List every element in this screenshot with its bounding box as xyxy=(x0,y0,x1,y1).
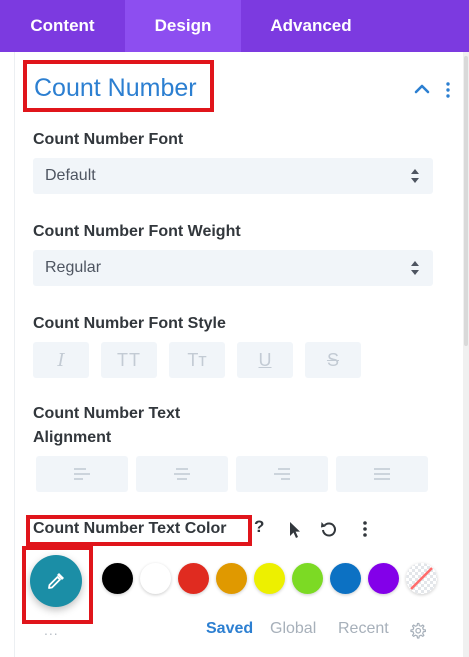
reset-icon[interactable] xyxy=(320,517,336,541)
no-color-swatch[interactable] xyxy=(406,563,437,594)
strikethrough-icon[interactable]: S xyxy=(305,342,361,378)
palette-tab-saved[interactable]: Saved xyxy=(206,620,253,638)
text-alignment-label: Count Number Text Alignment xyxy=(33,405,181,446)
cursor-hover-icon[interactable] xyxy=(287,517,301,541)
scrollbar[interactable] xyxy=(463,52,469,657)
swatch-red[interactable] xyxy=(178,563,209,594)
more-colors-button[interactable]: ... xyxy=(44,622,59,638)
swatch-blue[interactable] xyxy=(330,563,361,594)
color-swatches xyxy=(102,563,437,594)
align-right-icon[interactable] xyxy=(236,456,328,492)
font-weight-select[interactable]: Regular xyxy=(33,250,433,286)
select-arrows-icon xyxy=(411,169,419,183)
swatch-purple[interactable] xyxy=(368,563,399,594)
font-weight-select-value: Regular xyxy=(45,259,102,276)
tab-design[interactable]: Design xyxy=(125,0,241,52)
swatch-black[interactable] xyxy=(102,563,133,594)
palette-tab-recent[interactable]: Recent xyxy=(338,620,389,638)
tab-advanced[interactable]: Advanced xyxy=(241,0,381,52)
font-label: Count Number Font xyxy=(33,131,184,148)
align-left-icon[interactable] xyxy=(36,456,128,492)
swatch-green[interactable] xyxy=(292,563,323,594)
gear-icon[interactable] xyxy=(409,622,426,639)
swatch-yellow[interactable] xyxy=(254,563,285,594)
italic-icon[interactable]: I xyxy=(33,342,89,378)
underline-icon[interactable]: U xyxy=(237,342,293,378)
font-style-label: Count Number Font Style xyxy=(33,315,226,332)
highlight-box-color-label xyxy=(26,515,252,546)
align-center-icon[interactable] xyxy=(136,456,228,492)
select-arrows-icon xyxy=(411,261,419,275)
chevron-up-icon[interactable] xyxy=(413,82,431,96)
tab-bar: Content Design Advanced xyxy=(0,0,469,52)
palette-tab-global[interactable]: Global xyxy=(270,620,316,638)
font-select[interactable]: Default xyxy=(33,158,433,194)
align-justify-icon[interactable] xyxy=(336,456,428,492)
vertical-dots-icon[interactable] xyxy=(443,80,453,100)
transparent-icon xyxy=(406,563,437,594)
font-select-value: Default xyxy=(45,167,96,184)
uppercase-icon[interactable]: TT xyxy=(101,342,157,378)
vertical-dots-icon[interactable] xyxy=(359,517,371,541)
font-style-buttons: I TT Tт U S xyxy=(33,342,361,378)
highlight-box-title xyxy=(23,60,214,112)
scrollbar-thumb[interactable] xyxy=(464,56,468,346)
help-icon[interactable]: ? xyxy=(254,517,270,541)
panel-divider xyxy=(14,52,15,657)
highlight-box-picker xyxy=(22,546,93,624)
font-weight-label: Count Number Font Weight xyxy=(33,223,241,240)
swatch-white[interactable] xyxy=(140,563,171,594)
capitalize-icon[interactable]: Tт xyxy=(169,342,225,378)
text-alignment-buttons xyxy=(36,456,428,492)
swatch-orange[interactable] xyxy=(216,563,247,594)
tab-content[interactable]: Content xyxy=(0,0,125,52)
